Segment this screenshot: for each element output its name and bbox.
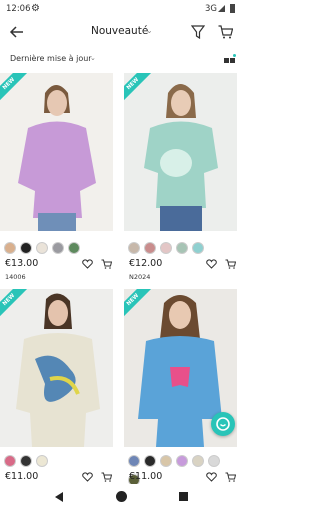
color-swatch[interactable] — [192, 455, 204, 467]
status-time: 12:06 — [6, 4, 31, 14]
color-swatches — [4, 452, 114, 467]
color-swatch[interactable] — [144, 455, 156, 467]
color-swatch[interactable] — [20, 242, 32, 254]
app-bar: Nouveauté ⌄ — [0, 20, 243, 46]
product-ref: N2024 — [129, 273, 151, 281]
product-photo[interactable]: NEW — [124, 73, 237, 231]
sort-bar: Dernière mise à jour ⌄ — [0, 50, 243, 70]
color-swatch[interactable] — [36, 455, 48, 467]
product-price: €11.00 — [129, 471, 163, 482]
heart-icon[interactable] — [206, 472, 217, 482]
product-card[interactable]: NEW €13.00 14006 — [0, 73, 113, 288]
nav-recents-icon[interactable] — [179, 492, 188, 501]
product-photo[interactable]: NEW — [0, 73, 113, 231]
product-card[interactable]: NEW €11.00 — [124, 289, 238, 486]
heart-icon[interactable] — [82, 259, 93, 269]
product-card[interactable]: NEW €11.00 — [0, 289, 113, 484]
color-swatch[interactable] — [36, 242, 48, 254]
chevron-down-icon[interactable]: ⌄ — [90, 54, 96, 62]
color-swatch[interactable] — [208, 455, 220, 467]
sort-dropdown[interactable]: Dernière mise à jour — [10, 54, 92, 63]
color-swatch[interactable] — [128, 242, 140, 254]
color-swatch[interactable] — [160, 455, 172, 467]
product-card[interactable]: NEW €12.00 N2024 — [124, 73, 237, 288]
add-to-cart-icon[interactable] — [101, 472, 112, 482]
product-price: €13.00 — [5, 258, 39, 269]
battery-icon — [230, 4, 235, 13]
color-swatch[interactable] — [160, 242, 172, 254]
color-swatches — [128, 239, 238, 254]
color-swatch[interactable] — [176, 242, 188, 254]
signal-icon — [218, 5, 225, 12]
color-swatch[interactable] — [4, 242, 16, 254]
filter-icon[interactable] — [191, 25, 205, 39]
product-ref: 14006 — [5, 273, 26, 281]
color-swatch[interactable] — [20, 455, 32, 467]
chevron-down-icon[interactable]: ⌄ — [146, 26, 153, 35]
heart-icon[interactable] — [82, 472, 93, 482]
nav-back-icon[interactable] — [55, 492, 63, 502]
cart-icon[interactable] — [218, 25, 233, 39]
grid-view-icon[interactable] — [224, 54, 236, 64]
page-title[interactable]: Nouveauté — [91, 25, 148, 37]
color-swatch[interactable] — [176, 455, 188, 467]
color-swatch[interactable] — [192, 242, 204, 254]
product-price: €12.00 — [129, 258, 163, 269]
product-photo[interactable]: NEW — [0, 289, 113, 447]
add-to-cart-icon[interactable] — [225, 259, 236, 269]
product-price: €11.00 — [5, 471, 39, 482]
settings-icon: ⚙ — [31, 3, 40, 14]
color-swatch[interactable] — [4, 455, 16, 467]
back-arrow-icon[interactable] — [9, 24, 25, 40]
color-swatch[interactable] — [52, 242, 64, 254]
chat-icon — [216, 417, 230, 431]
add-to-cart-icon[interactable] — [101, 259, 112, 269]
color-swatch[interactable] — [68, 242, 80, 254]
add-to-cart-icon[interactable] — [225, 472, 236, 482]
system-nav-bar — [0, 484, 243, 512]
color-swatches — [128, 452, 238, 486]
network-label: 3G — [205, 4, 217, 14]
color-swatch[interactable] — [128, 455, 140, 467]
color-swatch[interactable] — [144, 242, 156, 254]
nav-home-icon[interactable] — [116, 491, 127, 502]
heart-icon[interactable] — [206, 259, 217, 269]
chat-button[interactable] — [211, 412, 235, 436]
status-bar: 12:06 ⚙ 3G — [0, 0, 243, 20]
color-swatches — [4, 239, 114, 254]
